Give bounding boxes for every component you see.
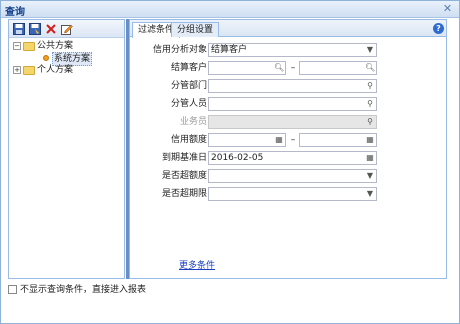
calculator-icon[interactable]: ▦: [365, 135, 375, 145]
credit-amount-label: 信用额度: [170, 135, 207, 145]
over-period-select[interactable]: ▼: [208, 187, 377, 201]
skip-conditions-option[interactable]: 不显示查询条件，直接进入报表: [8, 284, 146, 296]
dropdown-arrow-icon: ▼: [366, 45, 374, 54]
more-conditions-link[interactable]: 更多条件: [179, 258, 215, 271]
search-icon[interactable]: 🔍︎: [365, 63, 375, 73]
dropdown-arrow-icon: ▼: [366, 171, 374, 180]
settle-customer-label: 结算客户: [170, 63, 207, 73]
search-icon[interactable]: 🔍︎: [274, 63, 284, 73]
save-as-icon[interactable]: [29, 23, 41, 35]
folder-icon: [23, 42, 35, 51]
scheme-panel: − 公共方案 系统方案 + 个人方案: [8, 19, 125, 279]
over-amount-select[interactable]: ▼: [208, 169, 377, 183]
skip-conditions-checkbox[interactable]: [8, 285, 17, 294]
collapse-icon[interactable]: −: [13, 42, 21, 50]
over-amount-label: 是否超额度: [161, 171, 207, 181]
folder-icon: [23, 66, 35, 75]
settle-customer-to[interactable]: 🔍︎: [299, 61, 377, 75]
calculator-icon[interactable]: ▦: [274, 135, 284, 145]
salesman-label: 业务员: [179, 117, 207, 127]
dept-label: 分管部门: [170, 81, 207, 91]
salesman-field: ⚲: [208, 115, 377, 129]
tree-node-system[interactable]: 系统方案: [43, 52, 93, 66]
lookup-icon[interactable]: ⚲: [365, 81, 375, 91]
credit-object-select[interactable]: 结算客户 ▼: [208, 43, 377, 57]
scheme-icon: [43, 55, 49, 61]
query-window: 查询 ✕ − 公共方案 系统方案 + 个人方案 过滤条件 分组设置 ? 信用分析…: [0, 0, 460, 324]
condition-panel: 过滤条件 分组设置: [129, 19, 447, 279]
dept-field[interactable]: ⚲: [208, 79, 377, 93]
close-icon[interactable]: ✕: [441, 2, 454, 15]
scheme-toolbar: [9, 20, 124, 38]
window-title: 查询: [5, 7, 25, 18]
tab-strip: 过滤条件 分组设置: [130, 20, 446, 38]
save-icon[interactable]: [13, 23, 25, 35]
expand-icon[interactable]: +: [13, 66, 21, 74]
credit-amount-to[interactable]: ▦: [299, 133, 377, 147]
calendar-icon[interactable]: ▦: [365, 153, 375, 163]
skip-conditions-label: 不显示查询条件，直接进入报表: [20, 285, 147, 295]
settle-customer-from[interactable]: 🔍︎: [208, 61, 286, 75]
lookup-icon: ⚲: [367, 117, 373, 126]
edit-icon[interactable]: [61, 23, 73, 35]
lookup-icon[interactable]: ⚲: [365, 99, 375, 109]
person-field[interactable]: ⚲: [208, 97, 377, 111]
help-icon[interactable]: ?: [433, 23, 444, 34]
delete-icon[interactable]: [45, 23, 57, 35]
over-period-label: 是否超期限: [161, 189, 207, 199]
title-bar: 查询 ✕: [1, 1, 459, 18]
expiry-date-label: 到期基准日: [161, 153, 207, 163]
tree-node-public[interactable]: − 公共方案: [13, 40, 73, 52]
credit-object-label: 信用分析对象: [152, 45, 207, 55]
expiry-date-field[interactable]: 2016-02-05 ▦: [208, 151, 377, 165]
dropdown-arrow-icon: ▼: [366, 189, 374, 198]
tab-grouping[interactable]: 分组设置: [171, 22, 220, 37]
tree-node-personal[interactable]: + 个人方案: [13, 64, 73, 76]
credit-amount-from[interactable]: ▦: [208, 133, 286, 147]
person-label: 分管人员: [170, 99, 207, 109]
